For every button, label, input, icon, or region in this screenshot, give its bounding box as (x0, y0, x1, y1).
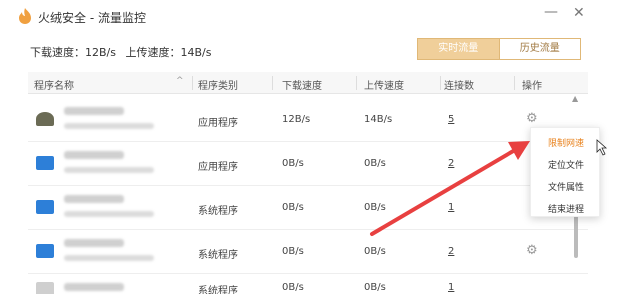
header-divider (440, 76, 441, 90)
header-actions: 操作 (522, 81, 542, 92)
header-program-category[interactable]: 程序类别 (198, 77, 238, 92)
window-title: 火绒安全 - 流量监控 (38, 11, 146, 25)
program-path-blurred (64, 211, 154, 217)
row-download: 0B/s (282, 282, 304, 293)
row-download: 0B/s (282, 158, 304, 169)
app-icon (36, 156, 54, 170)
row-upload: 0B/s (364, 202, 386, 213)
header-connections[interactable]: 连接数 (444, 77, 474, 92)
row-download: 0B/s (282, 202, 304, 213)
header-divider (514, 76, 515, 90)
header-divider (356, 76, 357, 90)
app-icon (36, 200, 54, 214)
row-category: 应用程序 (198, 118, 238, 129)
close-button[interactable]: ✕ (573, 5, 585, 21)
traffic-toggle: 实时流量 历史流量 (417, 38, 581, 60)
row-download: 12B/s (282, 114, 311, 125)
context-menu: 限制网速 定位文件 文件属性 结束进程 (530, 127, 600, 217)
program-name-blurred (64, 195, 124, 203)
table-row[interactable]: 应用程序 12B/s 14B/s 5 ⚙ (28, 98, 588, 142)
program-path-blurred (64, 123, 154, 129)
row-category: 系统程序 (198, 250, 238, 261)
row-category: 系统程序 (198, 286, 238, 294)
header-download-speed[interactable]: 下载速度 (282, 77, 322, 92)
chevron-up-icon[interactable]: ^ (176, 76, 184, 86)
table-row[interactable]: 系统程序 0B/s 0B/s 1 (28, 274, 588, 294)
menu-item-file-properties[interactable]: 文件属性 (531, 180, 601, 193)
row-connections-link[interactable]: 1 (448, 202, 454, 213)
gear-icon[interactable]: ⚙ (526, 111, 538, 126)
program-path-blurred (64, 167, 154, 173)
gear-icon[interactable]: ⚙ (526, 243, 538, 258)
upload-speed: 上传速度：14B/s (125, 46, 212, 59)
speed-summary: 下载速度：12B/s 上传速度：14B/s (30, 44, 217, 60)
row-category: 系统程序 (198, 206, 238, 217)
row-connections-link[interactable]: 5 (448, 114, 454, 125)
program-name-blurred (64, 239, 124, 247)
app-icon (36, 112, 54, 126)
row-upload: 0B/s (364, 246, 386, 257)
menu-item-end-process[interactable]: 结束进程 (531, 202, 601, 215)
row-connections-link[interactable]: 1 (448, 282, 454, 293)
table-row[interactable]: 系统程序 0B/s 0B/s 2 ⚙ (28, 230, 588, 274)
table-row[interactable]: 系统程序 0B/s 0B/s 1 (28, 186, 588, 230)
row-download: 0B/s (282, 246, 304, 257)
row-connections-link[interactable]: 2 (448, 246, 454, 257)
header-divider (192, 76, 193, 90)
program-name-blurred (64, 283, 124, 291)
row-upload: 0B/s (364, 282, 386, 293)
tab-realtime[interactable]: 实时流量 (417, 38, 500, 60)
minimize-button[interactable]: — (544, 4, 558, 20)
huorong-flame-icon (19, 8, 31, 24)
tab-history[interactable]: 历史流量 (499, 38, 581, 60)
scroll-up-arrow-icon[interactable]: ▲ (572, 94, 578, 103)
program-name-blurred (64, 107, 124, 115)
row-upload: 14B/s (364, 114, 393, 125)
menu-item-limit-speed[interactable]: 限制网速 (531, 136, 601, 149)
program-path-blurred (64, 255, 154, 261)
program-name-blurred (64, 151, 124, 159)
row-connections-link[interactable]: 2 (448, 158, 454, 169)
app-icon (36, 282, 54, 294)
row-category: 应用程序 (198, 162, 238, 173)
header-divider (272, 76, 273, 90)
row-upload: 0B/s (364, 158, 386, 169)
app-icon (36, 244, 54, 258)
download-speed: 下载速度：12B/s (30, 46, 116, 59)
header-upload-speed[interactable]: 上传速度 (364, 77, 404, 92)
table-row[interactable]: 应用程序 0B/s 0B/s 2 (28, 142, 588, 186)
table-header: 程序名称 ^ 程序类别 下载速度 上传速度 连接数 操作 (28, 72, 588, 94)
title-bar: 火绒安全 - 流量监控 — ✕ (0, 0, 618, 34)
header-program-name[interactable]: 程序名称 (34, 77, 74, 92)
menu-item-locate-file[interactable]: 定位文件 (531, 158, 601, 171)
